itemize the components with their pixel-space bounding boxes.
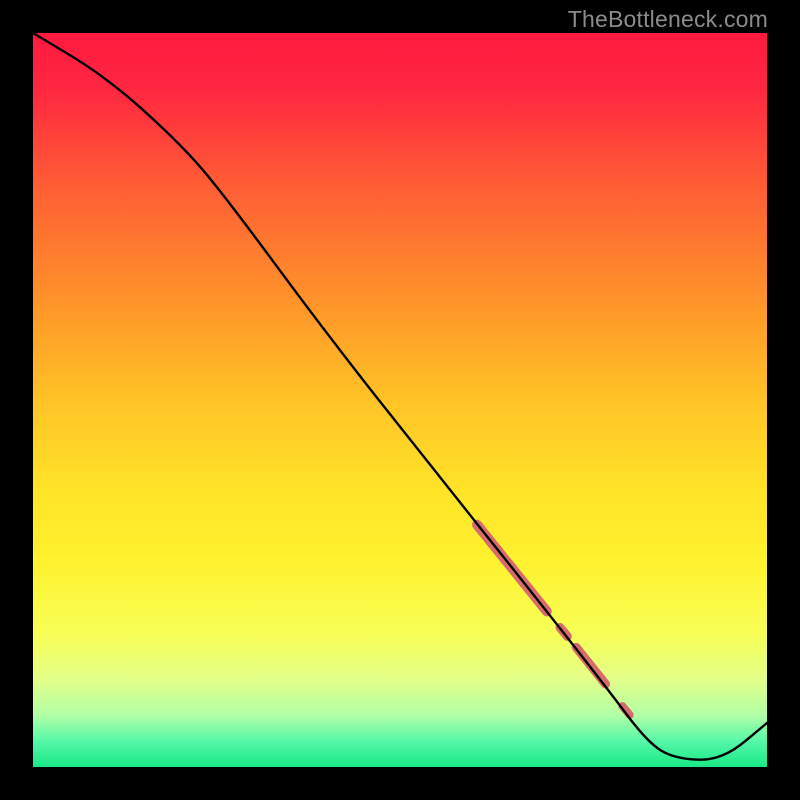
plot-area	[33, 33, 767, 767]
bottleneck-curve	[33, 33, 767, 760]
chart-frame: TheBottleneck.com	[0, 0, 800, 800]
curve-layer	[33, 33, 767, 767]
watermark-text: TheBottleneck.com	[568, 6, 768, 33]
